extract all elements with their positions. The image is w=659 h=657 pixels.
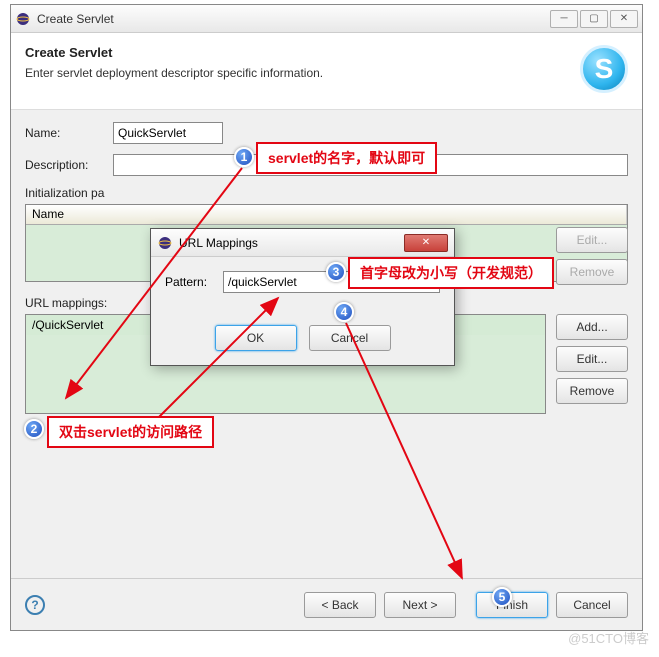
url-edit-button[interactable]: Edit... <box>556 346 628 372</box>
servlet-icon: S <box>580 45 628 93</box>
maximize-button[interactable]: ▢ <box>580 10 608 28</box>
init-edit-button[interactable]: Edit... <box>556 227 628 253</box>
init-remove-button[interactable]: Remove <box>556 259 628 285</box>
help-icon[interactable]: ? <box>25 595 45 615</box>
annotation-1-text: servlet的名字，默认即可 <box>256 142 437 174</box>
url-add-button[interactable]: Add... <box>556 314 628 340</box>
dialog-close-button[interactable]: ✕ <box>404 234 448 252</box>
badge-3: 3 <box>326 262 346 282</box>
badge-5: 5 <box>492 587 512 607</box>
dialog-ok-button[interactable]: OK <box>215 325 297 351</box>
dialog-titlebar[interactable]: URL Mappings ✕ <box>151 229 454 257</box>
url-mappings-dialog: URL Mappings ✕ Pattern: OK Cancel <box>150 228 455 366</box>
window-controls: ─ ▢ ✕ <box>550 10 638 28</box>
next-button[interactable]: Next > <box>384 592 456 618</box>
dialog-title-text: URL Mappings <box>179 236 258 250</box>
wizard-subtitle: Enter servlet deployment descriptor spec… <box>25 66 580 80</box>
badge-1: 1 <box>234 147 254 167</box>
name-input[interactable] <box>113 122 223 144</box>
dialog-cancel-button[interactable]: Cancel <box>309 325 391 351</box>
cancel-button[interactable]: Cancel <box>556 592 628 618</box>
init-params-label: Initialization pa <box>25 186 628 200</box>
minimize-button[interactable]: ─ <box>550 10 578 28</box>
pattern-label: Pattern: <box>165 275 223 289</box>
wizard-title: Create Servlet <box>25 45 580 60</box>
window-title: Create Servlet <box>37 12 550 26</box>
wizard-footer: ? < Back Next > Finish Cancel <box>11 578 642 630</box>
name-label: Name: <box>25 126 113 140</box>
finish-button[interactable]: Finish <box>476 592 548 618</box>
url-remove-button[interactable]: Remove <box>556 378 628 404</box>
back-button[interactable]: < Back <box>304 592 376 618</box>
annotation-3-text: 首字母改为小写（开发规范） <box>348 257 554 289</box>
wizard-header: Create Servlet Enter servlet deployment … <box>11 33 642 110</box>
watermark: @51CTO博客 <box>568 628 649 647</box>
badge-4: 4 <box>334 302 354 322</box>
close-button[interactable]: ✕ <box>610 10 638 28</box>
badge-2: 2 <box>24 419 44 439</box>
eclipse-icon <box>157 235 173 251</box>
annotation-2-text: 双击servlet的访问路径 <box>47 416 214 448</box>
init-params-col-name: Name <box>26 205 627 224</box>
description-label: Description: <box>25 158 113 172</box>
titlebar[interactable]: Create Servlet ─ ▢ ✕ <box>11 5 642 33</box>
eclipse-icon <box>15 11 31 27</box>
